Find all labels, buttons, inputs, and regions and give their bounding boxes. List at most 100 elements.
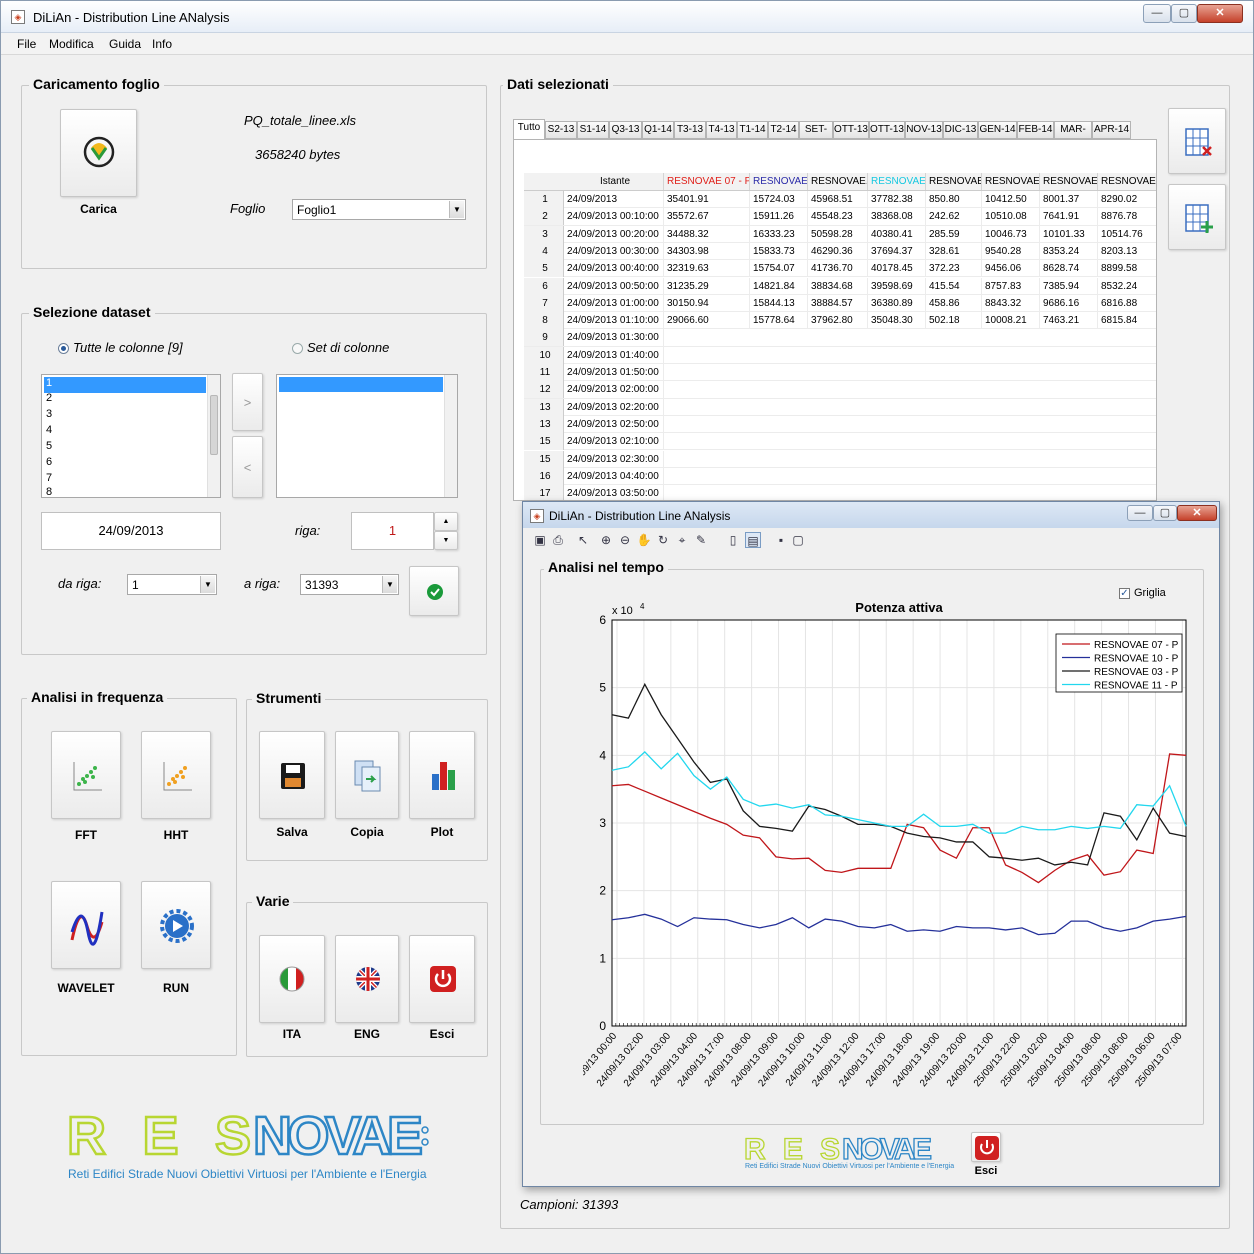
minimize-button[interactable]: —	[1143, 4, 1171, 23]
riga-field[interactable]: 1	[351, 512, 434, 550]
tab-dic-13[interactable]: DIC-13	[943, 121, 978, 139]
exit-button[interactable]	[409, 935, 475, 1023]
list-item[interactable]: 5	[44, 440, 206, 456]
tab-ott-13[interactable]: OTT-13	[869, 121, 905, 139]
tab-t1-14[interactable]: T1-14	[737, 121, 768, 139]
tab-s2-13[interactable]: S2-13	[545, 121, 577, 139]
riga-up-button[interactable]: ▲	[434, 512, 458, 531]
pan-hand-icon[interactable]: ✋	[636, 532, 652, 548]
uk-flag-icon	[356, 967, 380, 991]
tab-mar-14[interactable]: MAR-14	[1054, 121, 1092, 151]
menu-guida[interactable]: Guida	[109, 37, 141, 51]
eng-button[interactable]	[335, 935, 399, 1023]
columns-list[interactable]: 1 2 3 4 5 6 7 8	[41, 374, 221, 498]
menu-info[interactable]: Info	[152, 37, 172, 51]
date-field[interactable]: 24/09/2013	[41, 512, 221, 550]
menu-file[interactable]: File	[17, 37, 36, 51]
selected-columns-list[interactable]	[276, 374, 458, 498]
fft-button[interactable]	[51, 731, 121, 819]
show-tools-icon[interactable]: ▢	[790, 532, 806, 548]
add-column-button[interactable]	[1168, 184, 1226, 250]
cursor-icon[interactable]: ↖	[575, 532, 591, 548]
tab-gen-14[interactable]: GEN-14	[978, 121, 1017, 139]
table-cell: 24/09/2013 02:00:00	[564, 381, 664, 399]
list-scrollbar[interactable]	[444, 375, 457, 497]
remove-column-button[interactable]	[1168, 108, 1226, 174]
data-table[interactable]: IstanteRESNOVAE 07 - PRESNOVAE...RESNOVA…	[513, 139, 1157, 501]
column-header[interactable]: Istante	[564, 173, 664, 190]
column-header[interactable]: RESNOVAE...	[1098, 173, 1156, 190]
chevron-down-icon: ▼	[449, 201, 464, 218]
load-button[interactable]	[60, 109, 137, 197]
tab-t2-14[interactable]: T2-14	[768, 121, 799, 139]
column-header[interactable]: RESNOVAE...	[750, 173, 808, 190]
ita-button[interactable]	[259, 935, 325, 1023]
zoom-out-icon[interactable]: ⊖	[617, 532, 633, 548]
tab-t3-13[interactable]: T3-13	[674, 121, 706, 139]
tab-nov-13[interactable]: NOV-13	[905, 121, 943, 139]
scroll-thumb[interactable]	[210, 395, 218, 455]
run-button[interactable]	[141, 881, 211, 969]
list-item[interactable]: 3	[44, 408, 206, 424]
tab-q1-14[interactable]: Q1-14	[642, 121, 674, 139]
column-header[interactable]: RESNOVAE...	[982, 173, 1040, 190]
tab-q3-13[interactable]: Q3-13	[609, 121, 642, 139]
confirm-button[interactable]	[409, 566, 459, 616]
maximize-button[interactable]: ▢	[1171, 4, 1197, 23]
column-header[interactable]: RESNOVAE 07 - P	[664, 173, 750, 190]
copy-button[interactable]	[335, 731, 399, 819]
legend-icon[interactable]: ▤	[745, 532, 761, 548]
tab-set-13[interactable]: SET-13	[799, 121, 833, 151]
zoom-in-icon[interactable]: ⊕	[598, 532, 614, 548]
menu-modifica[interactable]: Modifica	[49, 37, 94, 51]
plot-minimize-button[interactable]: —	[1127, 505, 1153, 521]
tab-t4-13[interactable]: T4-13	[706, 121, 737, 139]
column-header[interactable]: RESNOVAE...	[808, 173, 868, 190]
column-header[interactable]: RESNOVAE...	[1040, 173, 1098, 190]
plot-close-button[interactable]: ✕	[1177, 505, 1217, 521]
row-number: 12	[524, 381, 564, 399]
print-icon[interactable]: ⎙	[550, 532, 566, 548]
list-item[interactable]: 4	[44, 424, 206, 440]
radio-set[interactable]	[292, 343, 303, 354]
table-cell: 32319.63	[664, 260, 750, 278]
list-item[interactable]: 8	[44, 486, 206, 496]
row-number: 10	[524, 346, 564, 364]
column-header[interactable]: RESNOVAE...	[868, 173, 926, 190]
row-number: 13	[524, 398, 564, 416]
copy-label: Copia	[350, 825, 384, 839]
list-item[interactable]	[279, 377, 443, 392]
hide-tools-icon[interactable]: ▪	[773, 532, 789, 548]
tab-apr-14[interactable]: APR-14	[1092, 121, 1131, 139]
tab-s1-14[interactable]: S1-14	[577, 121, 609, 139]
data-cursor-icon[interactable]: ⌖	[674, 532, 690, 548]
save-button[interactable]	[259, 731, 325, 819]
wavelet-button[interactable]	[51, 881, 121, 969]
a-riga-select[interactable]: 31393 ▼	[300, 574, 399, 595]
save-icon[interactable]: ▣	[532, 532, 548, 548]
tab-feb-14[interactable]: FEB-14	[1017, 121, 1054, 139]
row-number: 5	[524, 260, 564, 278]
column-header[interactable]: RESNOVAE...	[926, 173, 982, 190]
hht-button[interactable]	[141, 731, 211, 819]
rotate-icon[interactable]: ↻	[655, 532, 671, 548]
brush-icon[interactable]: ✎	[693, 532, 709, 548]
list-item[interactable]: 2	[44, 392, 206, 408]
sheet-select[interactable]: Foglio1 ▼	[292, 199, 466, 220]
plot-button[interactable]	[409, 731, 475, 819]
list-scrollbar[interactable]	[207, 375, 220, 497]
plot-maximize-button[interactable]: ▢	[1153, 505, 1177, 521]
plot-exit-button[interactable]	[971, 1132, 1001, 1162]
colorbar-icon[interactable]: ▯	[725, 532, 741, 548]
tab-tutto[interactable]: Tutto	[513, 119, 545, 140]
close-button[interactable]: ✕	[1197, 4, 1243, 23]
move-right-button[interactable]: >	[232, 373, 263, 431]
list-item[interactable]: 6	[44, 456, 206, 472]
radio-all[interactable]	[58, 343, 69, 354]
da-riga-select[interactable]: 1 ▼	[127, 574, 217, 595]
move-left-button[interactable]: <	[232, 436, 263, 498]
table-cell: 15833.73	[750, 242, 808, 260]
riga-down-button[interactable]: ▼	[434, 531, 458, 550]
tab-ott-13[interactable]: OTT-13	[833, 121, 869, 139]
list-item[interactable]: 1	[44, 377, 206, 393]
